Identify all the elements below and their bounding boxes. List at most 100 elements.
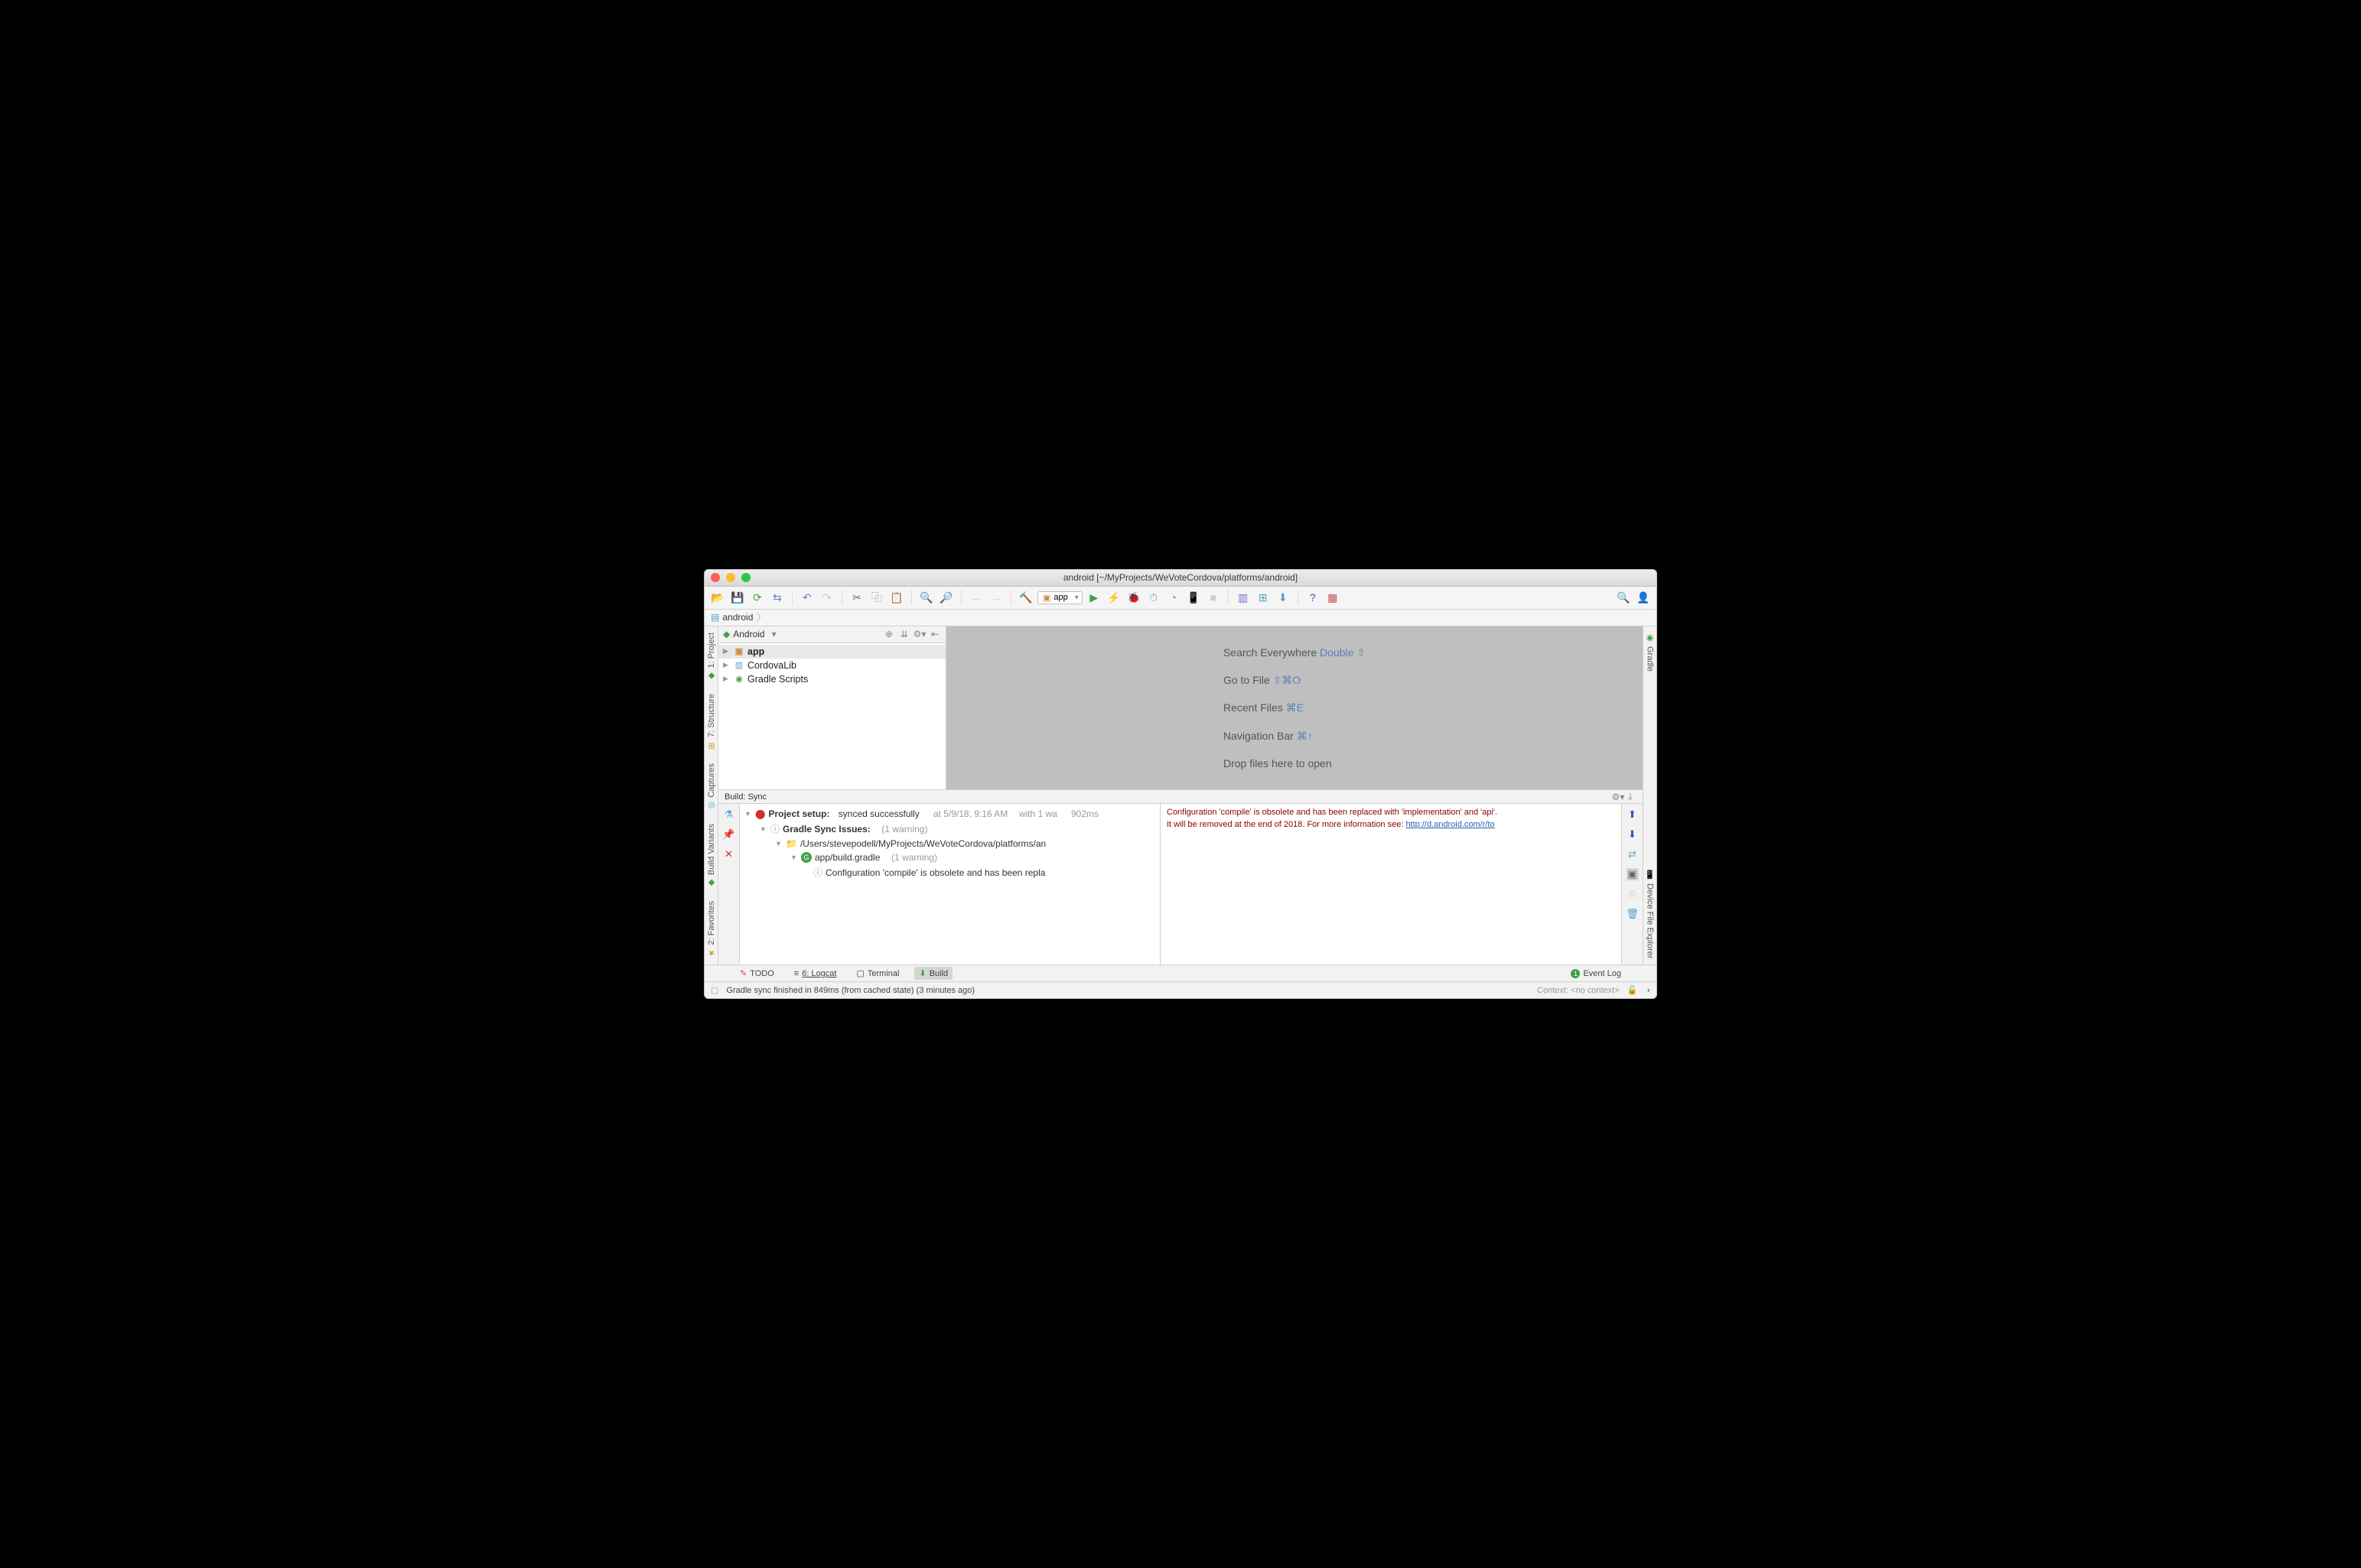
reload-icon[interactable]: ⇆	[769, 589, 786, 606]
expand-icon[interactable]: ▶	[723, 661, 731, 669]
cut-icon[interactable]: ✂	[848, 589, 865, 606]
tab-logcat[interactable]: ≡6: Logcat	[790, 968, 842, 980]
run-config-selector[interactable]: ▣ app	[1037, 591, 1083, 604]
build-file-row[interactable]: ▼ G app/build.gradle (1 warning)	[744, 851, 1155, 864]
redo-icon[interactable]: ↷	[819, 589, 835, 606]
build-path-row[interactable]: ▼ 📁 /Users/stevepodell/MyProjects/WeVote…	[744, 837, 1155, 851]
open-icon[interactable]: 📂	[709, 589, 726, 606]
hint-label: Search Everywhere	[1223, 646, 1317, 659]
build-tool-window: Build: Sync ⚙▾ ⤓ ⚗ 📌 ✕ ▼ ⬤	[718, 789, 1643, 965]
sdk-icon[interactable]: ⊞	[1255, 589, 1272, 606]
expand-icon[interactable]: ▶	[723, 675, 731, 683]
tree-item-gradle-scripts[interactable]: ▶ ◉ Gradle Scripts	[718, 672, 946, 686]
console-line: It will be removed at the end of 2018. F…	[1167, 820, 1405, 829]
hint-label: Drop files here to open	[1223, 757, 1332, 769]
tree-item-app[interactable]: ▶ ▣ app	[718, 645, 946, 659]
zoom-window-button[interactable]	[741, 573, 751, 582]
minimize-window-button[interactable]	[726, 573, 735, 582]
pin-icon[interactable]: 📌	[723, 828, 735, 841]
build-root-status: synced successfully	[839, 808, 920, 819]
paste-icon[interactable]: 📋	[888, 589, 905, 606]
shortcut: Double ⇧	[1320, 646, 1366, 659]
close-window-button[interactable]	[711, 573, 720, 582]
collapse-icon[interactable]: ⇊	[898, 628, 910, 640]
back-icon[interactable]: ←	[968, 589, 985, 606]
rail-tab-favorites[interactable]: ★2: Favorites	[706, 895, 717, 965]
rail-tab-build-variants[interactable]: ◆Build Variants	[706, 818, 717, 895]
tab-event-log[interactable]: 1Event Log	[1566, 968, 1626, 980]
build-body: ⚗ 📌 ✕ ▼ ⬤ Project setup: synced successf…	[718, 804, 1643, 965]
rail-tab-device-explorer[interactable]: 📱Device File Explorer	[1645, 864, 1656, 965]
todo-icon: ✎	[740, 968, 747, 978]
tab-terminal[interactable]: ▢Terminal	[852, 967, 904, 980]
build-title: Build: Sync	[725, 792, 767, 802]
chevron-down-icon[interactable]: ▾	[768, 628, 780, 640]
zoom-out-icon[interactable]: 🔎	[938, 589, 955, 606]
gear-icon[interactable]: ⚙▾	[1612, 791, 1624, 803]
tab-build[interactable]: ⬇Build	[914, 967, 953, 980]
down-icon[interactable]: ⬇	[1627, 828, 1639, 841]
filter-icon[interactable]: ⚗	[723, 808, 735, 821]
bottom-tool-tabs: ✎TODO ≡6: Logcat ▢Terminal ⬇Build 1Event…	[705, 965, 1656, 981]
debug-icon[interactable]: 🐞	[1125, 589, 1142, 606]
build-right-gutter: ⬆ ⬇ ⇄ ▣ ⎙ 🗑	[1621, 804, 1643, 965]
download-icon[interactable]: ⬇	[1275, 589, 1291, 606]
logcat-icon: ≡	[794, 969, 799, 978]
coverage-icon[interactable]: ◔	[1165, 589, 1182, 606]
build-detail-row[interactable]: ⓘ Configuration 'compile' is obsolete an…	[744, 864, 1155, 880]
save-icon[interactable]: 💾	[729, 589, 746, 606]
rail-tab-captures[interactable]: ◎Captures	[706, 757, 717, 818]
build-icon: ⬇	[919, 968, 926, 978]
status-context[interactable]: Context: <no context>	[1537, 986, 1620, 995]
up-icon[interactable]: ⬆	[1627, 808, 1639, 821]
build-tree[interactable]: ▼ ⬤ Project setup: synced successfully a…	[740, 804, 1161, 965]
profile-icon[interactable]: ⏱	[1145, 589, 1162, 606]
wrap-icon[interactable]: ⇄	[1627, 848, 1639, 860]
undo-icon[interactable]: ↶	[799, 589, 816, 606]
rail-tab-project[interactable]: ◆1: Project	[706, 626, 717, 688]
close-icon[interactable]: ✕	[723, 848, 735, 860]
build-issues-row[interactable]: ▼ ⓘ Gradle Sync Issues: (1 warning)	[744, 821, 1155, 837]
center-column: ◆ Android ▾ ⊕ ⇊ ⚙▾ ⇤ ▶ ▣ app	[718, 626, 1643, 965]
memory-icon[interactable]: ◑	[1645, 986, 1650, 995]
breadcrumb-root[interactable]: android	[722, 612, 753, 623]
hide-icon[interactable]: ⇤	[929, 628, 941, 640]
rail-tab-gradle[interactable]: ◉Gradle	[1645, 626, 1656, 678]
stop-icon[interactable]: ■	[1205, 589, 1222, 606]
build-console[interactable]: Configuration 'compile' is obsolete and …	[1161, 804, 1621, 965]
project-tree[interactable]: ▶ ▣ app ▶ ▥ CordovaLib ▶ ◉ Gradle Sc	[718, 643, 946, 790]
right-tool-rail: ◉Gradle 📱Device File Explorer	[1643, 626, 1656, 965]
trash-icon[interactable]: 🗑	[1627, 908, 1639, 920]
status-icon[interactable]: ▢	[711, 985, 718, 995]
tab-todo[interactable]: ✎TODO	[735, 967, 779, 980]
shortcut: ⌘E	[1286, 701, 1304, 714]
tree-item-cordovalib[interactable]: ▶ ▥ CordovaLib	[718, 659, 946, 672]
user-icon[interactable]: 👤	[1635, 589, 1652, 606]
help-icon[interactable]: ?	[1304, 589, 1321, 606]
print-icon[interactable]: ⎙	[1627, 888, 1639, 900]
attach-icon[interactable]: 📱	[1185, 589, 1202, 606]
console-link[interactable]: http://d.android.com/r/to	[1405, 820, 1494, 829]
search-icon[interactable]: 🔍	[1615, 589, 1632, 606]
scroll-icon[interactable]: ▣	[1627, 868, 1639, 880]
hide-icon[interactable]: ⤓	[1624, 791, 1636, 803]
status-message: Gradle sync finished in 849ms (from cach…	[726, 986, 975, 995]
expand-icon[interactable]: ▶	[723, 647, 731, 656]
apply-changes-icon[interactable]: ⚡	[1106, 589, 1122, 606]
avd-icon[interactable]: ▥	[1235, 589, 1252, 606]
run-icon[interactable]: ▶	[1086, 589, 1102, 606]
editor-empty-state[interactable]: Search Everywhere Double ⇧ Go to File ⇧⌘…	[946, 626, 1643, 790]
lock-icon[interactable]: 🔓	[1627, 985, 1638, 995]
make-icon[interactable]: 🔨	[1018, 589, 1034, 606]
rail-tab-structure[interactable]: ⊞7: Structure	[706, 688, 717, 757]
copy-icon[interactable]: ⿻	[868, 589, 885, 606]
build-root-row[interactable]: ▼ ⬤ Project setup: synced successfully a…	[744, 807, 1155, 821]
main-body: ◆1: Project ⊞7: Structure ◎Captures ◆Bui…	[705, 626, 1656, 965]
gear-icon[interactable]: ⚙▾	[913, 628, 926, 640]
build-root-label: Project setup:	[768, 808, 829, 819]
target-icon[interactable]: ⊕	[883, 628, 895, 640]
zoom-in-icon[interactable]: 🔍	[918, 589, 935, 606]
settings-icon[interactable]: ▦	[1324, 589, 1341, 606]
forward-icon[interactable]: →	[988, 589, 1005, 606]
sync-icon[interactable]: ⟳	[749, 589, 766, 606]
